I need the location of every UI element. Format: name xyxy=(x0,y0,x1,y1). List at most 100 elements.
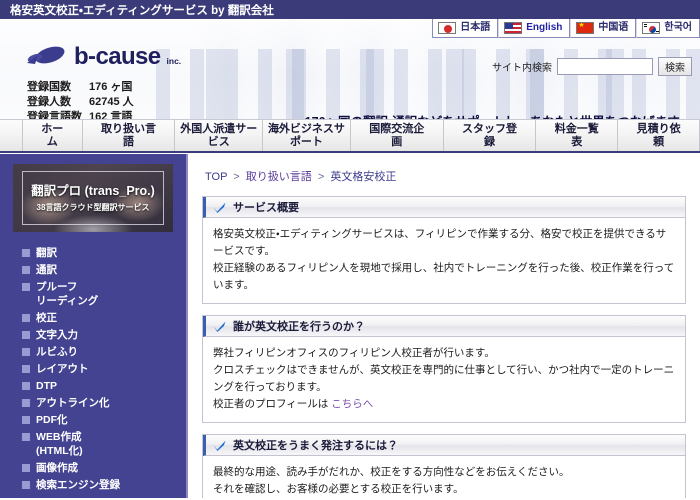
language-selector[interactable]: 日本語 English 中国语 한국어 xyxy=(432,19,700,38)
stats-label-people: 登録人数 xyxy=(27,95,89,110)
stats-value-countries: 176 ヶ国 xyxy=(89,80,132,95)
bullet-square-icon xyxy=(22,399,30,407)
bullet-square-icon xyxy=(22,331,30,339)
language-button-japanese[interactable]: 日本語 xyxy=(432,19,498,38)
breadcrumb-separator: > xyxy=(318,171,324,183)
sidebar-item-web-creation[interactable]: WEB作成 (HTML化) xyxy=(0,428,186,459)
panel-paragraph: 校正経験のあるフィリピン人を現地で採用し、社内でトレーニングを行った後、校正作業… xyxy=(213,260,675,294)
search-label: サイト内検索 xyxy=(492,59,552,74)
sidebar-item-text-input[interactable]: 文字入力 xyxy=(0,326,186,343)
panel-body: 弊社フィリピンオフィスのフィリピン人校正者が行います。 クロスチェックはできませ… xyxy=(203,337,685,422)
profile-link[interactable]: こちらへ xyxy=(331,398,373,410)
nav-item-dispatch-service[interactable]: 外国人派遣サービス xyxy=(175,120,263,151)
main-navigation: ホーム 取り扱い言語 外国人派遣サービス 海外ビジネスサポート 国際交流企画 ス… xyxy=(0,119,700,153)
site-title-bar: 格安英文校正・エディティングサービス by 翻訳会社 xyxy=(0,0,700,19)
nav-item-quote-request[interactable]: 見積り依頼 xyxy=(618,120,700,151)
breadcrumb-item-current: 英文格安校正 xyxy=(330,171,396,183)
panel-paragraph-text: 校正者のプロフィールは xyxy=(213,398,331,410)
header-tagline: 176ヶ国の翻訳・通訳などをサポートし、あなたと世界をつなげます。 xyxy=(305,111,691,119)
nav-item-home[interactable]: ホーム xyxy=(22,120,83,151)
panel-how-to-order: 英文校正をうまく発注するには？ 最終的な用途、読み手がだれか、校正をする方向性な… xyxy=(202,434,686,498)
bullet-square-icon xyxy=(22,314,30,322)
site-search: サイト内検索 検索 xyxy=(492,57,692,76)
sidebar-item-label: レイアウト xyxy=(36,362,89,376)
sidebar-item-interpretation[interactable]: 通訳 xyxy=(0,261,186,278)
language-label-chinese: 中国语 xyxy=(598,22,628,34)
promo-banner-subtitle: 38言語クラウド型翻訳サービス xyxy=(37,202,150,213)
panel-title: サービス概要 xyxy=(233,199,299,215)
sidebar-item-label: プルーフ リーディング xyxy=(36,280,98,308)
checkmark-icon xyxy=(213,440,226,451)
flag-cn-icon xyxy=(576,22,594,34)
panel-header: 英文校正をうまく発注するには？ xyxy=(203,435,685,456)
sidebar-item-outline[interactable]: アウトライン化 xyxy=(0,394,186,411)
bullet-square-icon xyxy=(22,481,30,489)
panel-who-performs: 誰が英文校正を行うのか？ 弊社フィリピンオフィスのフィリピン人校正者が行います。… xyxy=(202,315,686,423)
breadcrumb-separator: > xyxy=(233,171,239,183)
bullet-square-icon xyxy=(22,416,30,424)
sidebar-item-label: PDF化 xyxy=(36,413,68,427)
bullet-square-icon xyxy=(22,266,30,274)
nav-item-international-exchange[interactable]: 国際交流企画 xyxy=(351,120,444,151)
breadcrumb-item-languages[interactable]: 取り扱い言語 xyxy=(246,171,312,183)
sidebar-item-label: 文字入力 xyxy=(36,328,78,342)
sidebar-item-label: 翻訳 xyxy=(36,246,57,260)
language-button-english[interactable]: English xyxy=(498,19,570,38)
main-content: TOP > 取り扱い言語 > 英文格安校正 サービス概要 格安英文校正・エディテ… xyxy=(188,154,700,498)
breadcrumb-item-top[interactable]: TOP xyxy=(205,171,227,183)
panel-paragraph-with-link: 校正者のプロフィールは こちらへ xyxy=(213,396,675,413)
site-header: 日本語 English 中国语 한국어 サイト内検索 検索 b-cause in… xyxy=(0,19,700,119)
checkmark-icon xyxy=(213,202,226,213)
stats-row-people: 登録人数 62745 人 xyxy=(27,95,134,110)
sidebar-item-correction[interactable]: 校正 xyxy=(0,309,186,326)
sidebar-item-search-engine-registration[interactable]: 検索エンジン登録 xyxy=(0,476,186,493)
flag-us-icon xyxy=(504,22,522,34)
panel-service-overview: サービス概要 格安英文校正・エディティングサービスは、フィリピンで作業する分、格… xyxy=(202,196,686,304)
nav-item-languages[interactable]: 取り扱い言語 xyxy=(83,120,176,151)
sidebar-item-label: アウトライン化 xyxy=(36,396,110,410)
panel-body: 格安英文校正・エディティングサービスは、フィリピンで作業する分、格安で校正を提供… xyxy=(203,218,685,303)
sidebar-service-list: 翻訳 通訳 プルーフ リーディング 校正 文字入力 ルビふり xyxy=(0,240,186,493)
panel-paragraph: それを確認し、お客様の必要とする校正を行います。 xyxy=(213,481,675,498)
logo-wordmark: b-cause xyxy=(74,45,161,69)
logo-inc-suffix: inc. xyxy=(167,56,182,66)
stats-label-countries: 登録国数 xyxy=(27,80,89,95)
sidebar-item-label: 画像作成 xyxy=(36,461,78,475)
sidebar-item-layout[interactable]: レイアウト xyxy=(0,360,186,377)
sidebar-item-dtp[interactable]: DTP xyxy=(0,377,186,394)
panel-body: 最終的な用途、読み手がだれか、校正をする方向性などをお伝えください。 それを確認… xyxy=(203,456,685,498)
bullet-square-icon xyxy=(22,283,30,291)
stats-value-people: 62745 人 xyxy=(89,95,134,110)
sidebar-item-ruby-furigana[interactable]: ルビふり xyxy=(0,343,186,360)
sidebar-item-pdf[interactable]: PDF化 xyxy=(0,411,186,428)
promo-banner-trans-pro[interactable]: 翻訳プロ (trans_Pro.) 38言語クラウド型翻訳サービス xyxy=(13,164,173,232)
checkmark-icon xyxy=(213,321,226,332)
search-button[interactable]: 検索 xyxy=(658,57,692,76)
language-button-chinese[interactable]: 中国语 xyxy=(570,19,636,38)
sidebar-item-label: ルビふり xyxy=(36,345,78,359)
language-label-korean: 한국어 xyxy=(664,22,692,34)
sidebar-item-proofreading[interactable]: プルーフ リーディング xyxy=(0,278,186,309)
b-cause-logo-icon xyxy=(26,45,66,69)
search-input[interactable] xyxy=(557,58,653,75)
bullet-square-icon xyxy=(22,249,30,257)
panel-paragraph: 最終的な用途、読み手がだれか、校正をする方向性などをお伝えください。 xyxy=(213,464,675,481)
nav-item-price-list[interactable]: 料金一覧表 xyxy=(536,120,618,151)
sidebar-item-translation[interactable]: 翻訳 xyxy=(0,244,186,261)
site-logo[interactable]: b-cause inc. xyxy=(26,45,181,69)
registration-stats: 登録国数 176 ヶ国 登録人数 62745 人 登録言語数 162 言語 xyxy=(27,80,134,119)
nav-item-overseas-business[interactable]: 海外ビジネスサポート xyxy=(263,120,351,151)
bullet-square-icon xyxy=(22,382,30,390)
language-label-japanese: 日本語 xyxy=(460,22,490,34)
bullet-square-icon xyxy=(22,365,30,373)
bullet-square-icon xyxy=(22,348,30,356)
site-title: 格安英文校正・エディティングサービス by 翻訳会社 xyxy=(10,2,274,18)
flag-jp-icon xyxy=(438,22,456,34)
page-body: 翻訳プロ (trans_Pro.) 38言語クラウド型翻訳サービス 翻訳 通訳 … xyxy=(0,153,700,498)
bullet-square-icon xyxy=(22,433,30,441)
sidebar-item-image-creation[interactable]: 画像作成 xyxy=(0,459,186,476)
sidebar-item-label: 検索エンジン登録 xyxy=(36,478,120,492)
language-button-korean[interactable]: 한국어 xyxy=(636,19,700,38)
panel-title: 英文校正をうまく発注するには？ xyxy=(233,437,398,453)
nav-item-staff-registration[interactable]: スタッフ登録 xyxy=(444,120,537,151)
